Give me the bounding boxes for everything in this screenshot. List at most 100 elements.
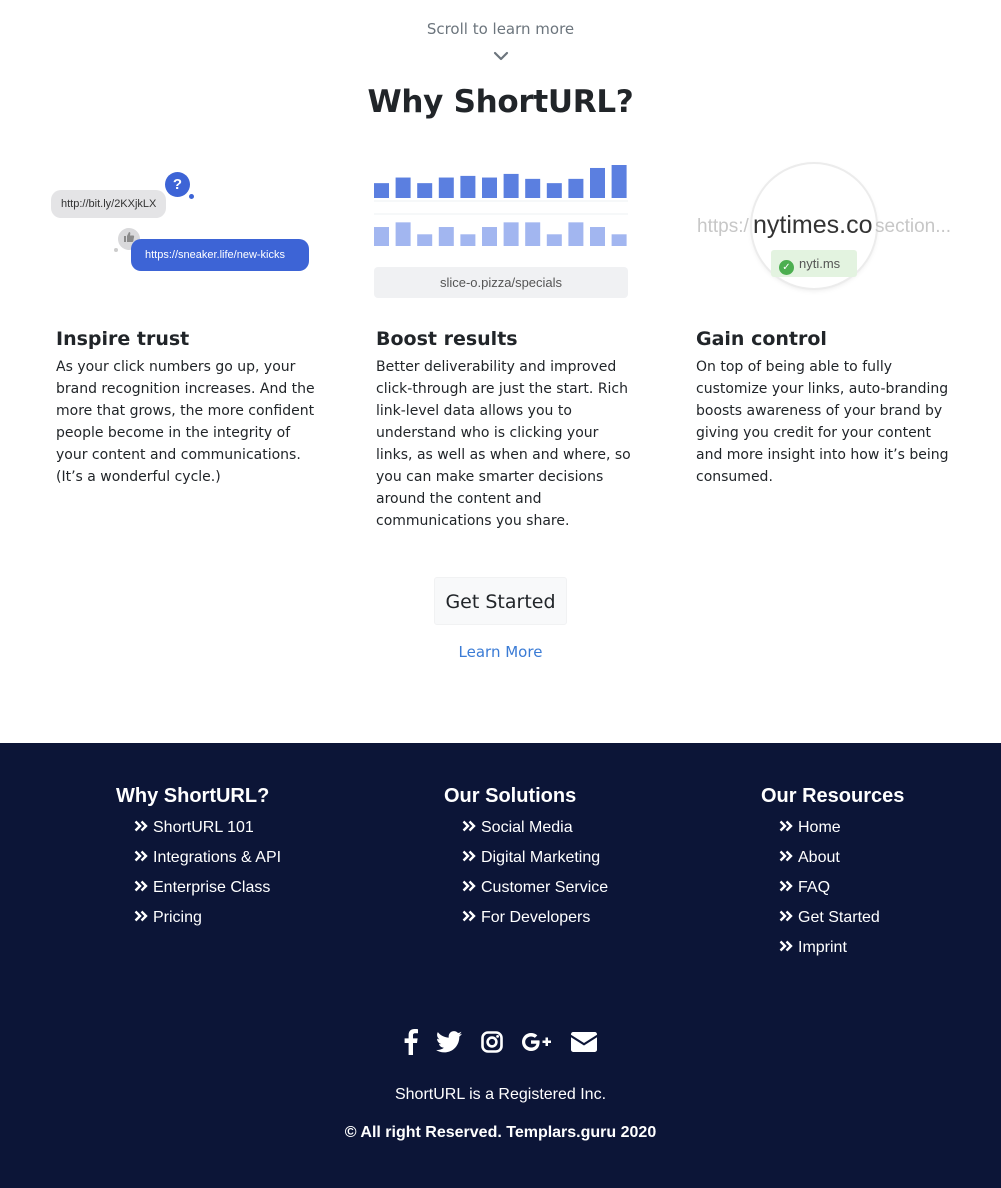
chart-bar-bottom [438,227,454,246]
chart-bar-top [503,173,519,198]
footer-link[interactable]: For Developers [462,908,608,938]
short-domain-badge: ✓ nyti.ms [771,250,857,277]
footer-link[interactable]: Pricing [134,908,281,938]
double-chevron-right-icon [462,820,476,832]
feature-text: On top of being able to fully customize … [696,359,949,485]
chart-bar-top [525,178,541,198]
registered-text: ShortURL is a Registered Inc. [394,1086,607,1103]
footer-link[interactable]: Digital Marketing [462,848,608,878]
double-chevron-right-icon [779,940,793,952]
chart-bar-bottom [460,234,476,246]
footer-link[interactable]: Enterprise Class [134,878,281,908]
feature-title: Inspire trust [56,328,190,350]
chart-bar-top [395,177,411,198]
chart-bar-bottom [611,234,627,246]
footer-link[interactable]: Integrations & API [134,848,281,878]
facebook-icon[interactable] [404,1029,418,1060]
footer-link-label: Home [798,819,841,836]
double-chevron-right-icon [779,850,793,862]
control-illustration: https:/ nytimes.co section... ✓ nyti.ms [690,150,960,300]
instagram-icon[interactable] [480,1031,503,1058]
url-domain: nytimes.co [753,211,873,239]
footer-link[interactable]: Get Started [779,908,904,938]
double-chevron-right-icon [462,910,476,922]
bar-chart [374,165,628,246]
double-chevron-right-icon [462,850,476,862]
footer-column-title: Why ShortURL? [116,785,270,807]
chart-bar-top [568,178,584,198]
results-illustration: slice-o.pizza/specials [370,150,632,300]
footer-link-label: ShortURL 101 [153,819,254,836]
short-link-bubble: http://bit.ly/2KXjkLX [51,190,167,218]
trust-illustration: http://bit.ly/2KXjkLX ? https://sneaker.… [48,150,318,300]
footer-link[interactable]: About [779,848,904,878]
footer-link[interactable]: Home [779,818,904,848]
copyright-text: © All right Reserved. Templars.guru 2020 [344,1124,657,1141]
learn-more-link[interactable]: Learn More [0,643,1001,661]
double-chevron-right-icon [779,820,793,832]
footer-link[interactable]: Customer Service [462,878,608,908]
footer-link-label: FAQ [798,879,831,896]
feature-text: Better deliverability and improved click… [376,359,631,529]
double-chevron-right-icon [779,910,793,922]
footer-link-label: Pricing [153,909,202,926]
google-plus-icon[interactable] [521,1032,553,1057]
short-domain: nyti.ms [799,256,841,271]
chart-bar-top [417,183,433,198]
double-chevron-right-icon [134,880,148,892]
bubble-tail-dot [189,194,194,199]
check-icon: ✓ [779,260,794,275]
envelope-icon[interactable] [571,1032,598,1057]
chart-bar-top [438,177,454,198]
footer-link-label: Get Started [798,909,880,926]
footer-link-label: For Developers [481,909,591,926]
scroll-hint: Scroll to learn more [426,20,575,38]
double-chevron-right-icon [779,880,793,892]
chart-bar-top [460,175,476,198]
chart-bar-bottom [525,222,541,246]
chart-bar-bottom [546,234,562,246]
chart-bar-top [374,183,389,198]
chart-bar-top [611,165,627,198]
chart-url-pill: slice-o.pizza/specials [374,267,628,298]
feature-text: As your click numbers go up, your brand … [56,359,315,485]
long-link-bubble: https://sneaker.life/new-kicks [131,239,309,271]
question-icon: ? [165,172,190,197]
footer-link[interactable]: FAQ [779,878,904,908]
chart-bar-top [546,183,562,198]
feature-inspire-trust: Inspire trust As your click numbers go u… [56,328,316,488]
chart-bar-bottom [503,222,519,246]
url-prefix: https:/ [697,216,749,237]
footer-link-label: Digital Marketing [481,849,601,866]
footer-link-label: Integrations & API [153,849,282,866]
double-chevron-right-icon [462,880,476,892]
footer-column-why: Why ShortURL? ShortURL 101 Integrations … [116,785,281,938]
get-started-button[interactable]: Get Started [434,577,567,625]
chart-bar-bottom [568,222,584,246]
chart-bar-bottom [374,227,389,246]
url-suffix: section... [875,216,952,237]
social-links [0,1029,1001,1060]
footer-link[interactable]: Imprint [779,938,904,968]
feature-boost-results: Boost results Better deliverability and … [376,328,636,532]
footer-column-title: Our Solutions [444,785,577,807]
chart-bar-bottom [417,234,433,246]
double-chevron-right-icon [134,910,148,922]
footer: Why ShortURL? ShortURL 101 Integrations … [0,743,1001,1188]
footer-link[interactable]: ShortURL 101 [134,818,281,848]
twitter-icon[interactable] [436,1031,463,1058]
chevron-down-icon[interactable] [493,50,509,62]
footer-link-label: Customer Service [481,879,609,896]
feature-title: Boost results [376,328,518,350]
double-chevron-right-icon [134,850,148,862]
feature-gain-control: Gain control On top of being able to ful… [696,328,956,488]
bubble-tail-dot [114,248,118,252]
footer-link[interactable]: Social Media [462,818,608,848]
footer-link-label: Enterprise Class [153,879,271,896]
chart-bar-top [482,177,497,198]
chart-bar-bottom [482,227,497,246]
footer-column-title: Our Resources [761,785,905,807]
chart-bar-bottom [590,227,605,246]
feature-title: Gain control [696,328,827,350]
footer-link-label: About [798,849,840,866]
